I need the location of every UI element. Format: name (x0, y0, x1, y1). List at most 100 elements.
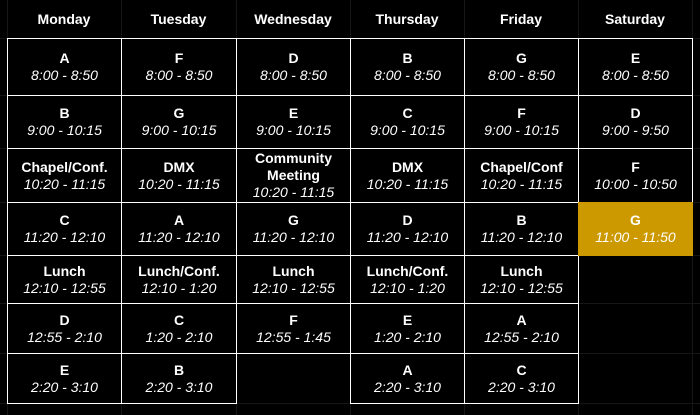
period-name: A (173, 212, 185, 228)
period-time: 8:00 - 8:50 (260, 67, 327, 83)
schedule-period: Lunch/Conf. 12:10 - 1:20 (121, 255, 237, 304)
period-time: 11:20 - 12:10 (23, 229, 106, 245)
period-time: 9:00 - 10:15 (484, 122, 559, 138)
schedule-period: Lunch 12:10 - 12:55 (464, 255, 579, 304)
period-name: A (516, 311, 527, 328)
day-header-friday: Friday (499, 11, 542, 27)
period-name: Lunch (500, 262, 543, 279)
period-name: F (517, 105, 526, 121)
schedule-period: F 8:00 - 8:50 (121, 38, 237, 96)
period-name: D (59, 311, 70, 328)
schedule-period: G 9:00 - 10:15 (121, 95, 237, 149)
schedule-period: DMX 10:20 - 11:15 (121, 148, 237, 203)
schedule-period: E 1:20 - 2:10 (350, 303, 465, 354)
period-time: 10:20 - 11:15 (366, 175, 449, 192)
schedule-period: C 11:20 - 12:10 (7, 202, 122, 256)
period-time: 9:00 - 10:15 (27, 122, 102, 138)
period-name: G (173, 105, 185, 121)
period-time: 10:00 - 10:50 (594, 175, 677, 192)
schedule-period: D 8:00 - 8:50 (236, 38, 351, 96)
period-name: C (516, 361, 527, 378)
period-time: 12:55 - 2:10 (27, 328, 102, 345)
schedule-period: F 10:00 - 10:50 (578, 148, 693, 203)
period-name: Lunch (272, 262, 315, 279)
period-time: 10:20 - 11:15 (138, 175, 220, 192)
period-name: D (630, 105, 641, 121)
period-time: 9:00 - 10:15 (370, 122, 445, 138)
schedule-period: Lunch/Conf. 12:10 - 1:20 (350, 255, 465, 304)
period-time: 2:20 - 3:10 (488, 378, 555, 395)
schedule-period: C 2:20 - 3:10 (464, 353, 579, 404)
period-name: C (173, 311, 185, 328)
period-time: 11:20 - 12:10 (138, 229, 220, 245)
schedule-period: DMX 10:20 - 11:15 (350, 148, 465, 203)
period-time: 12:10 - 12:55 (480, 279, 563, 296)
period-time: 8:00 - 8:50 (488, 67, 555, 83)
schedule-period: Community Meeting 10:20 - 11:15 (236, 148, 351, 203)
schedule-period: B 11:20 - 12:10 (464, 202, 579, 256)
schedule-period: C 1:20 - 2:10 (121, 303, 237, 354)
period-time: 10:20 - 11:15 (252, 184, 335, 200)
period-name: D (402, 212, 413, 228)
schedule-period: C 9:00 - 10:15 (350, 95, 465, 149)
period-time: 8:00 - 8:50 (602, 67, 669, 83)
period-time: 12:55 - 2:10 (484, 328, 559, 345)
schedule-period: B 9:00 - 10:15 (7, 95, 122, 149)
period-time: 9:00 - 9:50 (602, 122, 669, 138)
period-time: 9:00 - 10:15 (256, 122, 331, 138)
period-name: F (289, 311, 298, 328)
period-name: DMX (391, 158, 424, 175)
period-time: 9:00 - 10:15 (141, 122, 217, 138)
period-time: 12:10 - 12:55 (23, 279, 106, 296)
period-time: 11:20 - 12:10 (480, 229, 563, 245)
period-name: G (288, 212, 299, 228)
period-time: 1:20 - 2:10 (374, 328, 441, 345)
period-name: E (630, 50, 641, 66)
period-name: F (631, 158, 640, 175)
day-header-monday: Monday (37, 11, 91, 27)
schedule-period: E 9:00 - 10:15 (236, 95, 351, 149)
schedule-period: A 8:00 - 8:50 (7, 38, 122, 96)
period-time: 11:20 - 12:10 (366, 229, 449, 245)
period-name: Chapel/Conf (480, 158, 563, 175)
period-time: 8:00 - 8:50 (145, 67, 213, 83)
schedule-period: A 2:20 - 3:10 (350, 353, 465, 404)
period-name: C (59, 212, 70, 228)
schedule-period: A 11:20 - 12:10 (121, 202, 237, 256)
period-time: 10:20 - 11:15 (480, 175, 563, 192)
day-header-wednesday: Wednesday (254, 11, 332, 27)
period-name: Chapel/Conf. (21, 158, 108, 175)
period-name: D (288, 50, 299, 66)
schedule-period: D 9:00 - 9:50 (578, 95, 693, 149)
period-time: 2:20 - 3:10 (145, 378, 213, 395)
period-time: 10:20 - 11:15 (23, 175, 106, 192)
schedule-period: F 9:00 - 10:15 (464, 95, 579, 149)
schedule-period: Lunch 12:10 - 12:55 (7, 255, 122, 304)
schedule-period: B 2:20 - 3:10 (121, 353, 237, 404)
schedule-period: G 11:20 - 12:10 (236, 202, 351, 256)
schedule-period: G 11:00 - 11:50 (578, 202, 693, 256)
period-name: Lunch/Conf. (138, 262, 220, 279)
period-time: 12:10 - 12:55 (252, 279, 335, 296)
period-time: 12:10 - 1:20 (370, 279, 445, 296)
period-name: E (402, 311, 413, 328)
period-name: B (516, 212, 527, 228)
period-time: 2:20 - 3:10 (374, 378, 441, 395)
schedule-period: Chapel/Conf. 10:20 - 11:15 (7, 148, 122, 203)
period-name: E (288, 105, 299, 121)
period-name: B (59, 105, 70, 121)
period-name: B (173, 361, 185, 378)
schedule-period: Lunch 12:10 - 12:55 (236, 255, 351, 304)
schedule-period: D 12:55 - 2:10 (7, 303, 122, 354)
period-name: G (516, 50, 527, 66)
schedule-period: G 8:00 - 8:50 (464, 38, 579, 96)
period-time: 12:55 - 1:45 (256, 328, 331, 345)
day-header-saturday: Saturday (605, 11, 665, 27)
period-time: 12:10 - 1:20 (141, 279, 217, 296)
period-name: DMX (163, 158, 195, 175)
schedule-period: E 8:00 - 8:50 (578, 38, 693, 96)
period-name: Community Meeting (255, 150, 332, 183)
period-name: Lunch (43, 262, 86, 279)
schedule-period: D 11:20 - 12:10 (350, 202, 465, 256)
day-header-thursday: Thursday (375, 11, 439, 27)
